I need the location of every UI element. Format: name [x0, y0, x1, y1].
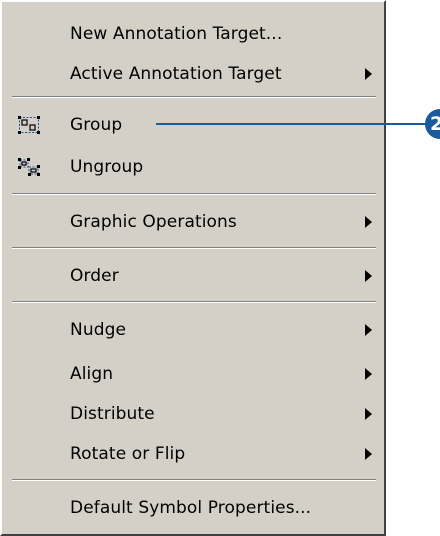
submenu-arrow-icon — [365, 270, 372, 282]
menu-item-label: Ungroup — [70, 157, 144, 177]
menu-item-label: Graphic Operations — [70, 212, 237, 232]
menu-item-ungroup[interactable]: Ungroup — [2, 147, 384, 187]
callout-number-badge: 2 — [425, 109, 440, 139]
submenu-arrow-icon — [365, 324, 372, 336]
submenu-arrow-icon — [365, 368, 372, 380]
menu-item-order[interactable]: Order — [2, 256, 384, 296]
menu-item-label: Default Symbol Properties... — [70, 498, 312, 518]
menu-item-nudge[interactable]: Nudge — [2, 310, 384, 350]
submenu-arrow-icon — [365, 408, 372, 420]
menu-item-align[interactable]: Align — [2, 354, 384, 394]
menu-separator — [12, 247, 376, 249]
menu-separator — [12, 301, 376, 303]
submenu-arrow-icon — [365, 448, 372, 460]
submenu-arrow-icon — [365, 216, 372, 228]
menu-separator — [12, 193, 376, 195]
group-icon — [18, 116, 40, 134]
menu-item-rotate-or-flip[interactable]: Rotate or Flip — [2, 434, 384, 474]
menu-separator — [12, 96, 376, 98]
menu-item-distribute[interactable]: Distribute — [2, 394, 384, 434]
menu-item-label: New Annotation Target... — [70, 24, 283, 44]
menu-item-label: Active Annotation Target — [70, 64, 282, 84]
context-menu: New Annotation Target... Active Annotati… — [0, 0, 386, 536]
menu-item-active-annotation-target[interactable]: Active Annotation Target — [2, 54, 384, 94]
menu-item-group[interactable]: Group — [2, 105, 384, 145]
menu-item-label: Group — [70, 115, 123, 135]
menu-item-label: Distribute — [70, 404, 155, 424]
ungroup-icon — [18, 158, 40, 176]
menu-item-label: Nudge — [70, 320, 127, 340]
menu-item-new-annotation-target[interactable]: New Annotation Target... — [2, 14, 384, 54]
menu-item-label: Align — [70, 364, 114, 384]
menu-item-graphic-operations[interactable]: Graphic Operations — [2, 202, 384, 242]
callout-leader-line — [156, 123, 428, 125]
menu-separator — [12, 479, 376, 481]
submenu-arrow-icon — [365, 68, 372, 80]
menu-item-label: Rotate or Flip — [70, 444, 186, 464]
menu-item-default-symbol-properties[interactable]: Default Symbol Properties... — [2, 488, 384, 528]
menu-item-label: Order — [70, 266, 119, 286]
